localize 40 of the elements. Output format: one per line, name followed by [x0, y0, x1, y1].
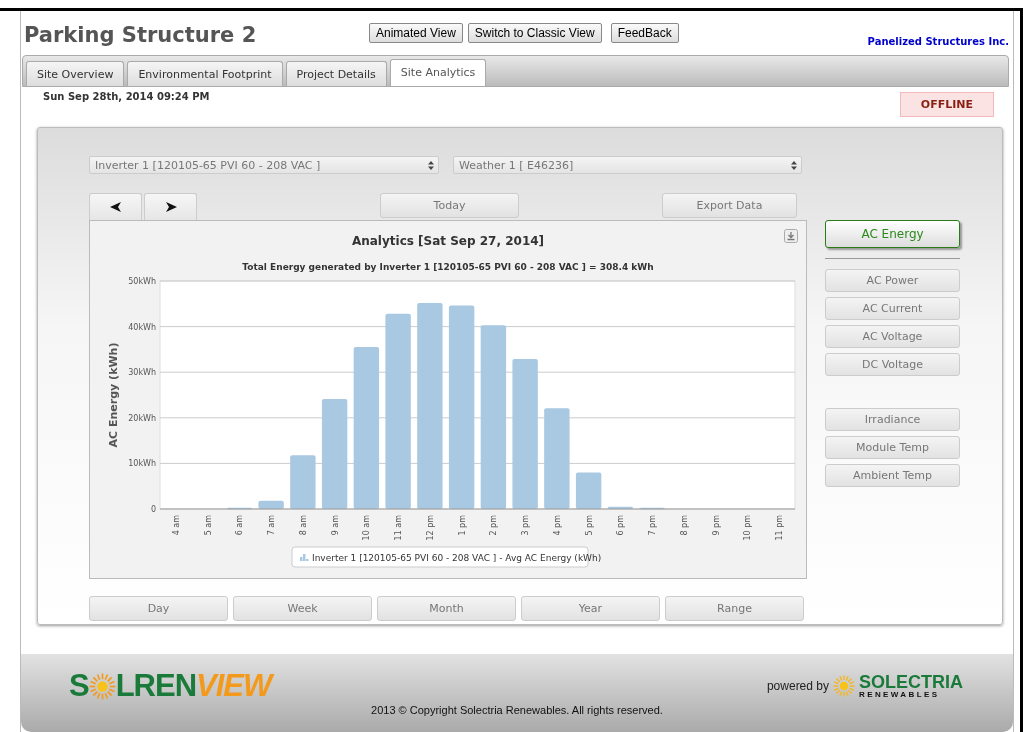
chart-title: Analytics [Sat Sep 27, 2014]: [351, 234, 545, 248]
x-axis-label: 11 pm: [775, 515, 785, 541]
legend-label: Inverter 1 [120105-65 PVI 60 - 208 VAC ] - Avg AC Energy (kWh): [312, 553, 602, 563]
y-axis-label: 50kWh: [128, 277, 156, 286]
x-axis-label: 5 pm: [584, 515, 594, 536]
brand-name: SOLECTRIA: [859, 673, 963, 691]
page-title: Parking Structure 2: [24, 23, 258, 47]
timestamp: Sun Sep 28th, 2014 09:24 PM: [43, 90, 210, 102]
x-axis-label: 1 pm: [457, 515, 467, 536]
x-axis-label: 6 am: [235, 515, 245, 536]
x-axis-label: 9 pm: [711, 515, 721, 536]
x-axis-label: 12 pm: [425, 515, 435, 541]
x-axis-label: 3 pm: [521, 515, 531, 536]
x-axis-label: 7 pm: [648, 515, 658, 536]
powered-by-text: powered by: [766, 679, 829, 693]
x-axis-label: 8 am: [298, 515, 308, 536]
x-axis-label: 4 pm: [552, 515, 562, 536]
x-axis-label: 5 am: [203, 515, 213, 536]
x-axis-label: 10 pm: [743, 515, 753, 541]
x-axis-label: 4 am: [171, 515, 181, 536]
y-axis-label: 10kWh: [128, 459, 156, 469]
status-badge: OFFLINE: [899, 92, 994, 117]
logo-text: S: [69, 668, 89, 704]
logo-text: LREN: [115, 668, 197, 704]
x-axis-label: 11 am: [394, 515, 404, 541]
x-axis-label: 8 pm: [679, 515, 689, 536]
y-axis-label: 0: [150, 505, 156, 514]
y-axis-label: 40kWh: [128, 322, 156, 332]
copyright-text: 2013 © Copyright Solectria Renewables. All rights reserved.: [370, 704, 664, 716]
x-axis-label: 7 am: [267, 515, 277, 536]
y-axis-label: 30kWh: [128, 368, 156, 378]
brand-tagline: RENEWABLES: [859, 691, 941, 699]
x-axis-label: 9 am: [330, 515, 340, 536]
company-name: Panelized Structures Inc.: [867, 36, 1009, 47]
x-axis-label: 10 am: [362, 515, 372, 541]
y-axis-title: AC Energy (kWh): [107, 342, 120, 448]
chart-subtitle: Total Energy generated by Inverter 1 [120105-65 PVI 60 - 208 VAC ] = 308.4 kWh: [242, 262, 654, 272]
x-axis-label: 2 pm: [489, 515, 499, 536]
x-axis-label: 6 pm: [616, 515, 626, 536]
y-axis-label: 20kWh: [128, 413, 156, 423]
